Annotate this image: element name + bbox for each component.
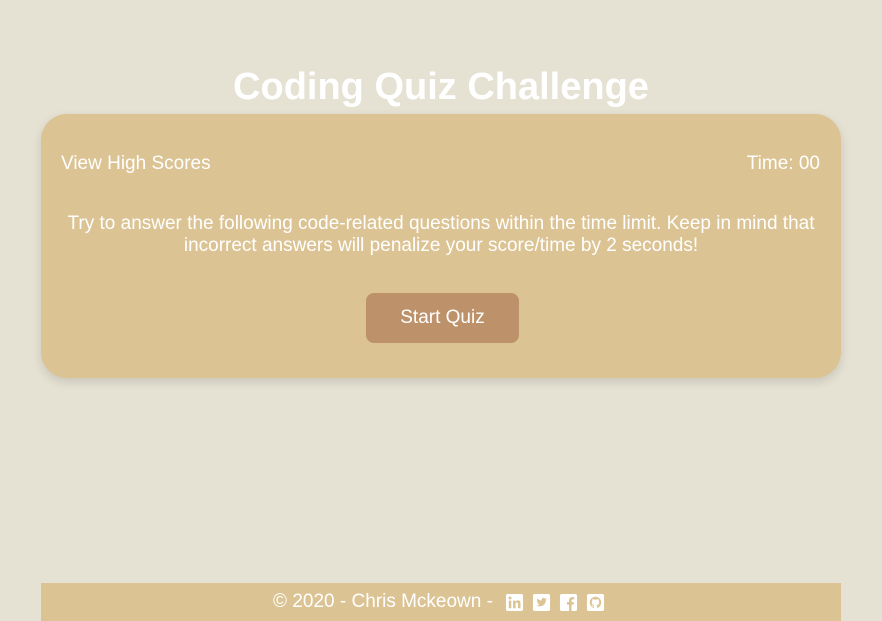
- twitter-icon[interactable]: [532, 593, 551, 612]
- github-icon[interactable]: [586, 593, 605, 612]
- linkedin-icon[interactable]: [505, 593, 524, 612]
- quiz-card: View High Scores Time: 00 Try to answer …: [41, 114, 841, 378]
- facebook-icon[interactable]: [559, 593, 578, 612]
- start-quiz-button[interactable]: Start Quiz: [366, 293, 519, 343]
- footer: © 2020 - Chris Mckeown -: [41, 583, 841, 621]
- view-high-scores-link[interactable]: View High Scores: [61, 153, 211, 175]
- timer-display: Time: 00: [746, 153, 820, 174]
- footer-copyright: © 2020 - Chris Mckeown -: [273, 591, 493, 612]
- quiz-instructions: Try to answer the following code-related…: [67, 213, 815, 256]
- page-title: Coding Quiz Challenge: [233, 66, 649, 108]
